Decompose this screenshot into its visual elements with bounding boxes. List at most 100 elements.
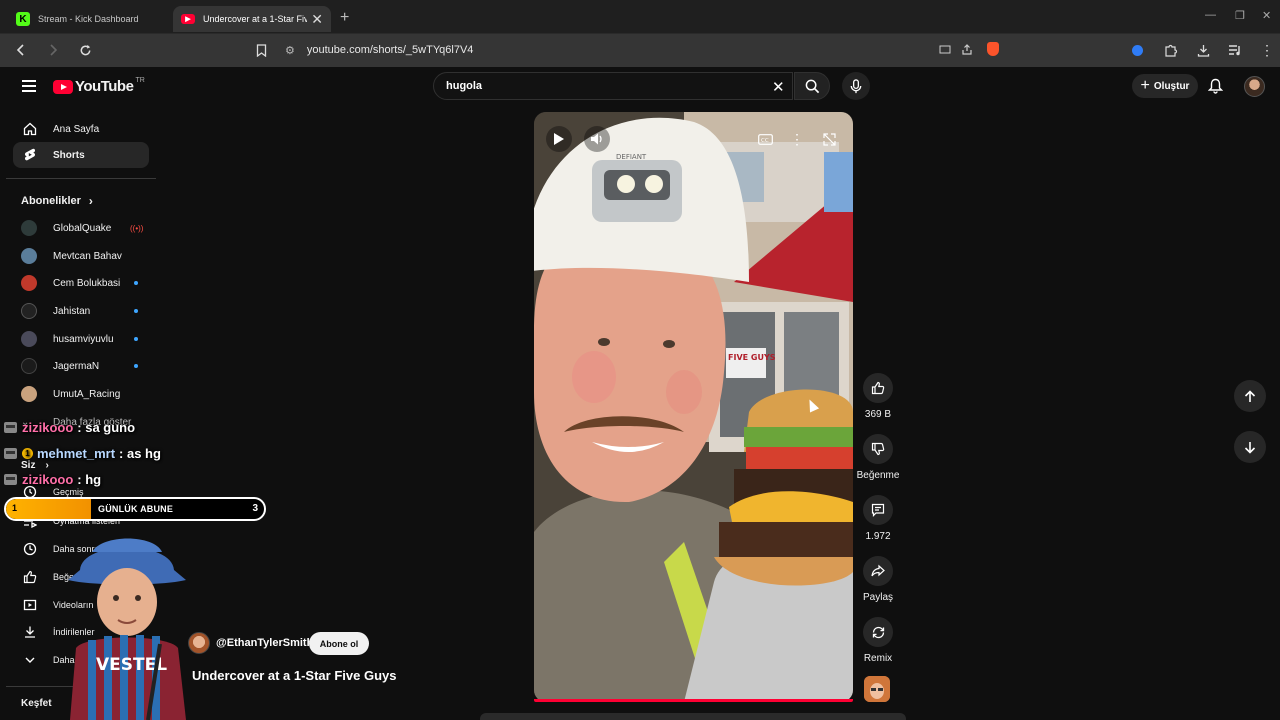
reload-icon[interactable] [76, 41, 94, 59]
site-info-icon[interactable]: ⚙ [285, 44, 295, 57]
microphone-icon [850, 78, 862, 93]
like-button[interactable]: 369 B [858, 373, 898, 420]
share-button[interactable]: Paylaş [858, 556, 898, 603]
volume-icon [591, 133, 602, 145]
fullscreen-button[interactable] [816, 126, 842, 152]
minimize-icon[interactable]: — [1205, 9, 1216, 21]
dislike-button[interactable]: Beğenme [857, 434, 899, 481]
you-heading[interactable]: Siz › [21, 460, 49, 471]
goal-label: GÜNLÜK ABUNE [98, 504, 174, 514]
new-tab-button[interactable]: + [340, 9, 349, 27]
channel-avatar [21, 275, 37, 291]
downloads-icon[interactable] [1194, 41, 1212, 59]
chevron-right-icon: › [88, 194, 93, 208]
subscription-jahistan[interactable]: Jahistan [21, 302, 151, 320]
subscription-name: Cem Bolukbasi [53, 277, 121, 289]
subscription-cem-bolukbasi[interactable]: Cem Bolukbasi [21, 274, 151, 292]
search-button[interactable] [794, 72, 830, 100]
next-short-button[interactable] [1234, 431, 1266, 463]
extensions-puzzle-icon[interactable] [1162, 41, 1180, 59]
notifications-bell-icon[interactable] [1207, 78, 1224, 99]
subscription-umuta-racing[interactable]: UmutA_Racing [21, 385, 151, 403]
new-content-dot [134, 281, 138, 285]
tab-title: Undercover at a 1-Star Five G [203, 14, 308, 24]
goal-progress-fill [6, 499, 92, 519]
plus-icon: + [1140, 77, 1150, 94]
address-bar[interactable]: ⚙ youtube.com/shorts/_5wTYq6l7V4 [285, 40, 1005, 60]
account-avatar[interactable] [1244, 76, 1265, 97]
subscription-name: UmutA_Racing [53, 388, 121, 400]
media-queue-icon[interactable] [1226, 41, 1244, 59]
explore-heading: Keşfet [21, 698, 52, 709]
clear-search-icon[interactable]: ✕ [772, 78, 785, 96]
restore-icon[interactable]: ❐ [1235, 9, 1245, 22]
video-progress-bar[interactable] [534, 699, 853, 702]
close-window-icon[interactable]: ✕ [1262, 9, 1271, 22]
search-input[interactable]: hugola [433, 72, 793, 100]
remix-button[interactable]: Remix [858, 617, 898, 664]
channel-avatar [21, 386, 37, 402]
helmet-brand: DEFIANT [616, 153, 647, 161]
comments-button[interactable]: 1.972 [858, 495, 898, 542]
short-title[interactable]: Undercover at a 1-Star Five Guys [192, 668, 396, 683]
browser-menu-icon[interactable]: ⋮ [1258, 41, 1276, 59]
back-icon[interactable] [12, 41, 30, 59]
search-query: hugola [446, 80, 483, 92]
forward-icon[interactable] [44, 41, 62, 59]
chat-text: : hg [77, 472, 102, 487]
subscription-name: Jahistan [53, 305, 91, 317]
subscription-globalquake[interactable]: GlobalQuake ((•)) [21, 219, 151, 237]
close-tab-icon[interactable]: ✕ [311, 11, 323, 28]
live-indicator-icon: ((•)) [130, 223, 144, 233]
logo-country-code: TR [135, 77, 145, 84]
brave-shields-icon[interactable] [987, 42, 999, 56]
browser-tab-kick[interactable]: K Stream - Kick Dashboard [8, 6, 168, 32]
previous-short-button[interactable] [1234, 380, 1266, 412]
next-short-preview[interactable] [480, 713, 906, 720]
sidebar-item-shorts[interactable]: Shorts [13, 142, 149, 168]
tab-title: Stream - Kick Dashboard [38, 14, 139, 24]
subscriber-badge-icon: 1 [22, 448, 33, 459]
subscription-name: GlobalQuake [53, 222, 112, 234]
download-icon [25, 626, 35, 638]
play-button[interactable] [546, 126, 572, 152]
channel-avatar [21, 358, 37, 374]
subscription-mevtcan-bahav[interactable]: Mevtcan Bahav [21, 247, 151, 265]
search-icon [805, 79, 819, 93]
svg-text:CC: CC [761, 138, 769, 144]
sidebar-item-home[interactable]: Ana Sayfa [13, 116, 149, 142]
sidebar-item-label: Geçmiş [53, 487, 84, 497]
subscription-husamviyuvlu[interactable]: husamviyuvlu [21, 330, 151, 348]
youtube-logo[interactable]: YouTube TR [53, 77, 145, 95]
browser-tab-strip: K Stream - Kick Dashboard ▶ Undercover a… [0, 0, 1280, 34]
explore-heading-label: Keşfet [21, 698, 52, 709]
voice-search-button[interactable] [842, 72, 870, 100]
subscribe-button[interactable]: Abone ol [309, 632, 369, 655]
sound-thumbnail[interactable] [864, 676, 890, 702]
channel-avatar [21, 220, 37, 236]
more-options-icon[interactable]: ⋮ [784, 126, 810, 152]
volume-button[interactable] [584, 126, 610, 152]
hamburger-menu-icon[interactable] [22, 80, 36, 92]
captions-button[interactable]: CC [752, 126, 778, 152]
bookmark-icon[interactable] [252, 41, 270, 59]
chat-text: : as hg [119, 446, 161, 461]
shorts-video-player[interactable]: FIVE GUYS DEFIANT [534, 112, 853, 702]
create-label: Oluştur [1153, 80, 1190, 92]
subscription-jagerman[interactable]: JagermaN [21, 357, 151, 375]
play-icon [554, 133, 564, 145]
channel-avatar [21, 248, 37, 264]
browser-tab-youtube[interactable]: ▶ Undercover at a 1-Star Five G ✕ [173, 6, 331, 32]
channel-avatar[interactable] [188, 632, 210, 654]
shorts-icon [24, 148, 36, 161]
chat-username: zizikooo [22, 472, 74, 487]
subscriptions-heading[interactable]: Abonelikler › [21, 194, 93, 208]
thumbs-up-icon [871, 381, 885, 395]
extension-blue-icon[interactable] [1128, 41, 1146, 59]
logo-wordmark: YouTube [75, 78, 134, 95]
chat-badge-icon [4, 422, 17, 433]
subscribe-label: Abone ol [319, 638, 359, 649]
create-button[interactable]: + Oluştur [1132, 74, 1198, 98]
chat-message: 1 mehmet_mrt : as hg [4, 446, 161, 461]
channel-name[interactable]: @EthanTylerSmith [216, 637, 313, 649]
